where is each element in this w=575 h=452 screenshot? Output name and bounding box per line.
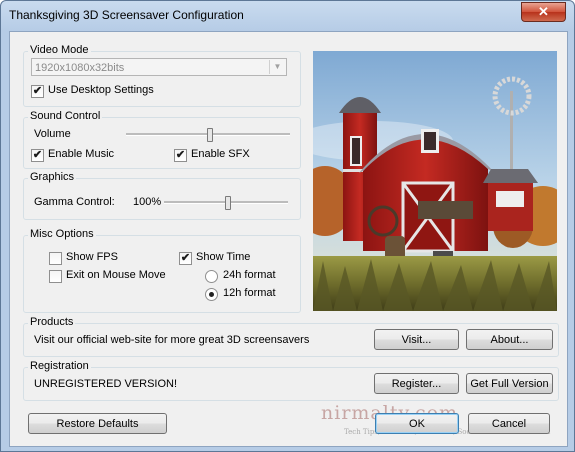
resolution-value: 1920x1080x32bits bbox=[35, 62, 125, 74]
volume-label: Volume bbox=[34, 128, 71, 140]
registration-group: Registration UNREGISTERED VERSION! Regis… bbox=[23, 360, 559, 401]
window-title: Thanksgiving 3D Screensaver Configuratio… bbox=[9, 8, 244, 22]
format-12h-label: 12h format bbox=[223, 287, 276, 299]
get-full-version-button[interactable]: Get Full Version bbox=[466, 373, 553, 394]
graphics-group: Graphics Gamma Control: 100% bbox=[23, 171, 301, 220]
video-mode-group: Video Mode 1920x1080x32bits ▼ ✔ Use Desk… bbox=[23, 44, 301, 107]
show-time-label: Show Time bbox=[196, 251, 251, 263]
screensaver-preview-image bbox=[313, 51, 557, 311]
format-24h-radio[interactable] bbox=[205, 270, 218, 283]
use-desktop-settings-label: Use Desktop Settings bbox=[48, 84, 154, 96]
gamma-slider-thumb[interactable] bbox=[225, 196, 231, 210]
show-time-checkbox[interactable]: ✔ bbox=[179, 252, 192, 265]
radio-selected-dot bbox=[209, 292, 214, 297]
gamma-value: 100% bbox=[133, 196, 162, 208]
about-button[interactable]: About... bbox=[466, 329, 553, 350]
registration-title: Registration bbox=[28, 360, 91, 372]
misc-options-title: Misc Options bbox=[28, 228, 96, 240]
format-24h-label: 24h format bbox=[223, 269, 276, 281]
resolution-select[interactable]: 1920x1080x32bits ▼ bbox=[31, 58, 287, 76]
products-text: Visit our official web-site for more gre… bbox=[34, 334, 310, 346]
use-desktop-settings-checkbox[interactable]: ✔ bbox=[31, 85, 44, 98]
close-button[interactable]: ✕ bbox=[521, 2, 566, 22]
registration-status: UNREGISTERED VERSION! bbox=[34, 378, 178, 390]
title-bar[interactable]: Thanksgiving 3D Screensaver Configuratio… bbox=[1, 1, 574, 29]
config-window: Thanksgiving 3D Screensaver Configuratio… bbox=[0, 0, 575, 452]
restore-defaults-button[interactable]: Restore Defaults bbox=[28, 413, 167, 434]
enable-music-label: Enable Music bbox=[48, 148, 115, 160]
misc-options-group: Misc Options Show FPS Exit on Mouse Move… bbox=[23, 228, 301, 313]
gamma-control-label: Gamma Control: bbox=[34, 196, 115, 208]
volume-slider-thumb[interactable] bbox=[207, 128, 213, 142]
register-button[interactable]: Register... bbox=[374, 373, 459, 394]
chevron-down-icon: ▼ bbox=[269, 60, 285, 74]
visit-button[interactable]: Visit... bbox=[374, 329, 459, 350]
show-fps-label: Show FPS bbox=[66, 251, 118, 263]
dialog-client-area: Video Mode 1920x1080x32bits ▼ ✔ Use Desk… bbox=[9, 31, 568, 447]
format-12h-radio[interactable] bbox=[205, 288, 218, 301]
show-fps-checkbox[interactable] bbox=[49, 252, 62, 265]
video-mode-title: Video Mode bbox=[28, 44, 91, 56]
enable-music-checkbox[interactable]: ✔ bbox=[31, 149, 44, 162]
cancel-button[interactable]: Cancel bbox=[468, 413, 550, 434]
barn-scene-illustration bbox=[313, 51, 557, 311]
enable-sfx-label: Enable SFX bbox=[191, 148, 250, 160]
exit-on-mouse-move-checkbox[interactable] bbox=[49, 270, 62, 283]
graphics-title: Graphics bbox=[28, 171, 77, 183]
products-title: Products bbox=[28, 316, 76, 328]
exit-on-mouse-move-label: Exit on Mouse Move bbox=[66, 269, 166, 281]
enable-sfx-checkbox[interactable]: ✔ bbox=[174, 149, 187, 162]
sound-control-title: Sound Control bbox=[28, 110, 103, 122]
products-group: Products Visit our official web-site for… bbox=[23, 316, 559, 357]
ok-button[interactable]: OK bbox=[375, 413, 459, 434]
sound-control-group: Sound Control Volume ✔ Enable Music ✔ En… bbox=[23, 110, 301, 169]
